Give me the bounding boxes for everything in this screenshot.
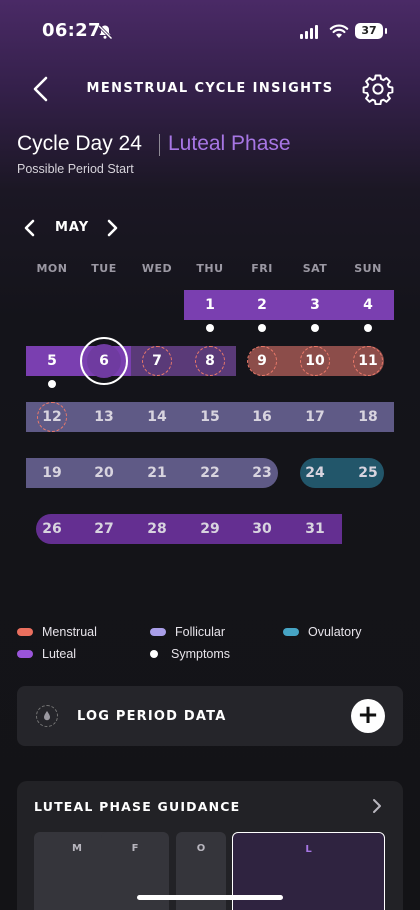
calendar-day-31[interactable]: 31 [295,514,335,544]
symptom-dot [206,324,214,332]
legend-menstrual-label: Menstrual [42,625,97,639]
wifi-icon [329,24,349,38]
chevron-right-icon[interactable] [371,797,383,815]
status-time: 06:27 [42,20,101,41]
add-period-data-button[interactable]: + [351,699,385,733]
weekday-mon: MON [36,262,68,275]
calendar-day-3[interactable]: 3 [295,290,335,320]
calendar-day-18[interactable]: 18 [348,402,388,432]
weekday-tue: TUE [91,262,117,275]
phase-subtitle: Possible Period Start [17,162,134,176]
calendar-day-13[interactable]: 13 [84,402,124,432]
home-indicator[interactable] [137,895,283,900]
legend-symptoms-label: Symptoms [171,647,231,661]
legend-luteal: Luteal [17,647,76,661]
log-period-data-label: LOG PERIOD DATA [77,709,227,724]
legend-menstrual: Menstrual [17,625,97,639]
calendar-day-19[interactable]: 19 [32,458,72,488]
follicular-swatch [150,628,166,636]
symptom-dot [258,324,266,332]
calendar-day-17[interactable]: 17 [295,402,335,432]
calendar-day-29[interactable]: 29 [190,514,230,544]
symptom-dot [364,324,372,332]
calendar-day-16[interactable]: 16 [242,402,282,432]
calendar-day-22[interactable]: 22 [190,458,230,488]
legend-follicular: Follicular [150,625,225,639]
weekday-sun: SUN [354,262,382,275]
calendar-day-7[interactable]: 7 [137,346,177,376]
calendar-day-25[interactable]: 25 [348,458,388,488]
symptom-dot [311,324,319,332]
legend-luteal-label: Luteal [42,647,77,661]
calendar-day-11[interactable]: 11 [348,346,388,376]
calendar-day-28[interactable]: 28 [137,514,177,544]
current-phase-label: Luteal Phase [168,132,291,155]
legend-follicular-label: Follicular [175,625,226,639]
calendar-day-5[interactable]: 5 [32,346,72,376]
luteal-swatch [17,650,33,658]
legend-ovulatory: Ovulatory [283,625,362,639]
calendar-day-1[interactable]: 1 [190,290,230,320]
cycle-day-label: Cycle Day 24 [17,132,142,155]
bell-off-icon [97,24,113,40]
calendar-day-4[interactable]: 4 [348,290,388,320]
calendar-day-24[interactable]: 24 [295,458,335,488]
page-title: MENSTRUAL CYCLE INSIGHTS [86,81,334,96]
ovulatory-swatch [283,628,299,636]
guidance-title: LUTEAL PHASE GUIDANCE [34,799,241,814]
cellular-signal-icon [300,25,318,39]
calendar-day-8[interactable]: 8 [190,346,230,376]
weekday-thu: THU [196,262,224,275]
weekday-wed: WED [141,262,173,275]
symptoms-dot [150,650,158,658]
calendar-day-9[interactable]: 9 [242,346,282,376]
previous-month-chevron-icon[interactable] [22,219,38,237]
menstrual-swatch [17,628,33,636]
month-label: MAY [55,220,90,235]
symptom-dot [48,380,56,388]
calendar-day-26[interactable]: 26 [32,514,72,544]
weekday-sat: SAT [302,262,328,275]
calendar-day-14[interactable]: 14 [137,402,177,432]
calendar-day-30[interactable]: 30 [242,514,282,544]
legend-symptoms: Symptoms [146,647,230,661]
calendar-day-20[interactable]: 20 [84,458,124,488]
legend-ovulatory-label: Ovulatory [308,625,362,639]
battery-indicator: 37 [355,23,387,39]
calendar-day-27[interactable]: 27 [84,514,124,544]
next-month-chevron-icon[interactable] [104,219,120,237]
calendar-day-2[interactable]: 2 [242,290,282,320]
title-divider [159,134,160,156]
calendar-day-12[interactable]: 12 [32,402,72,432]
calendar-day-6-today[interactable]: 6 [84,346,124,376]
plus-icon: + [357,700,379,730]
calendar-day-10[interactable]: 10 [295,346,335,376]
droplet-icon [36,705,58,727]
weekday-fri: FRI [251,262,273,275]
calendar-day-21[interactable]: 21 [137,458,177,488]
calendar-day-23[interactable]: 23 [242,458,282,488]
settings-gear-icon[interactable] [362,73,394,105]
calendar-day-15[interactable]: 15 [190,402,230,432]
